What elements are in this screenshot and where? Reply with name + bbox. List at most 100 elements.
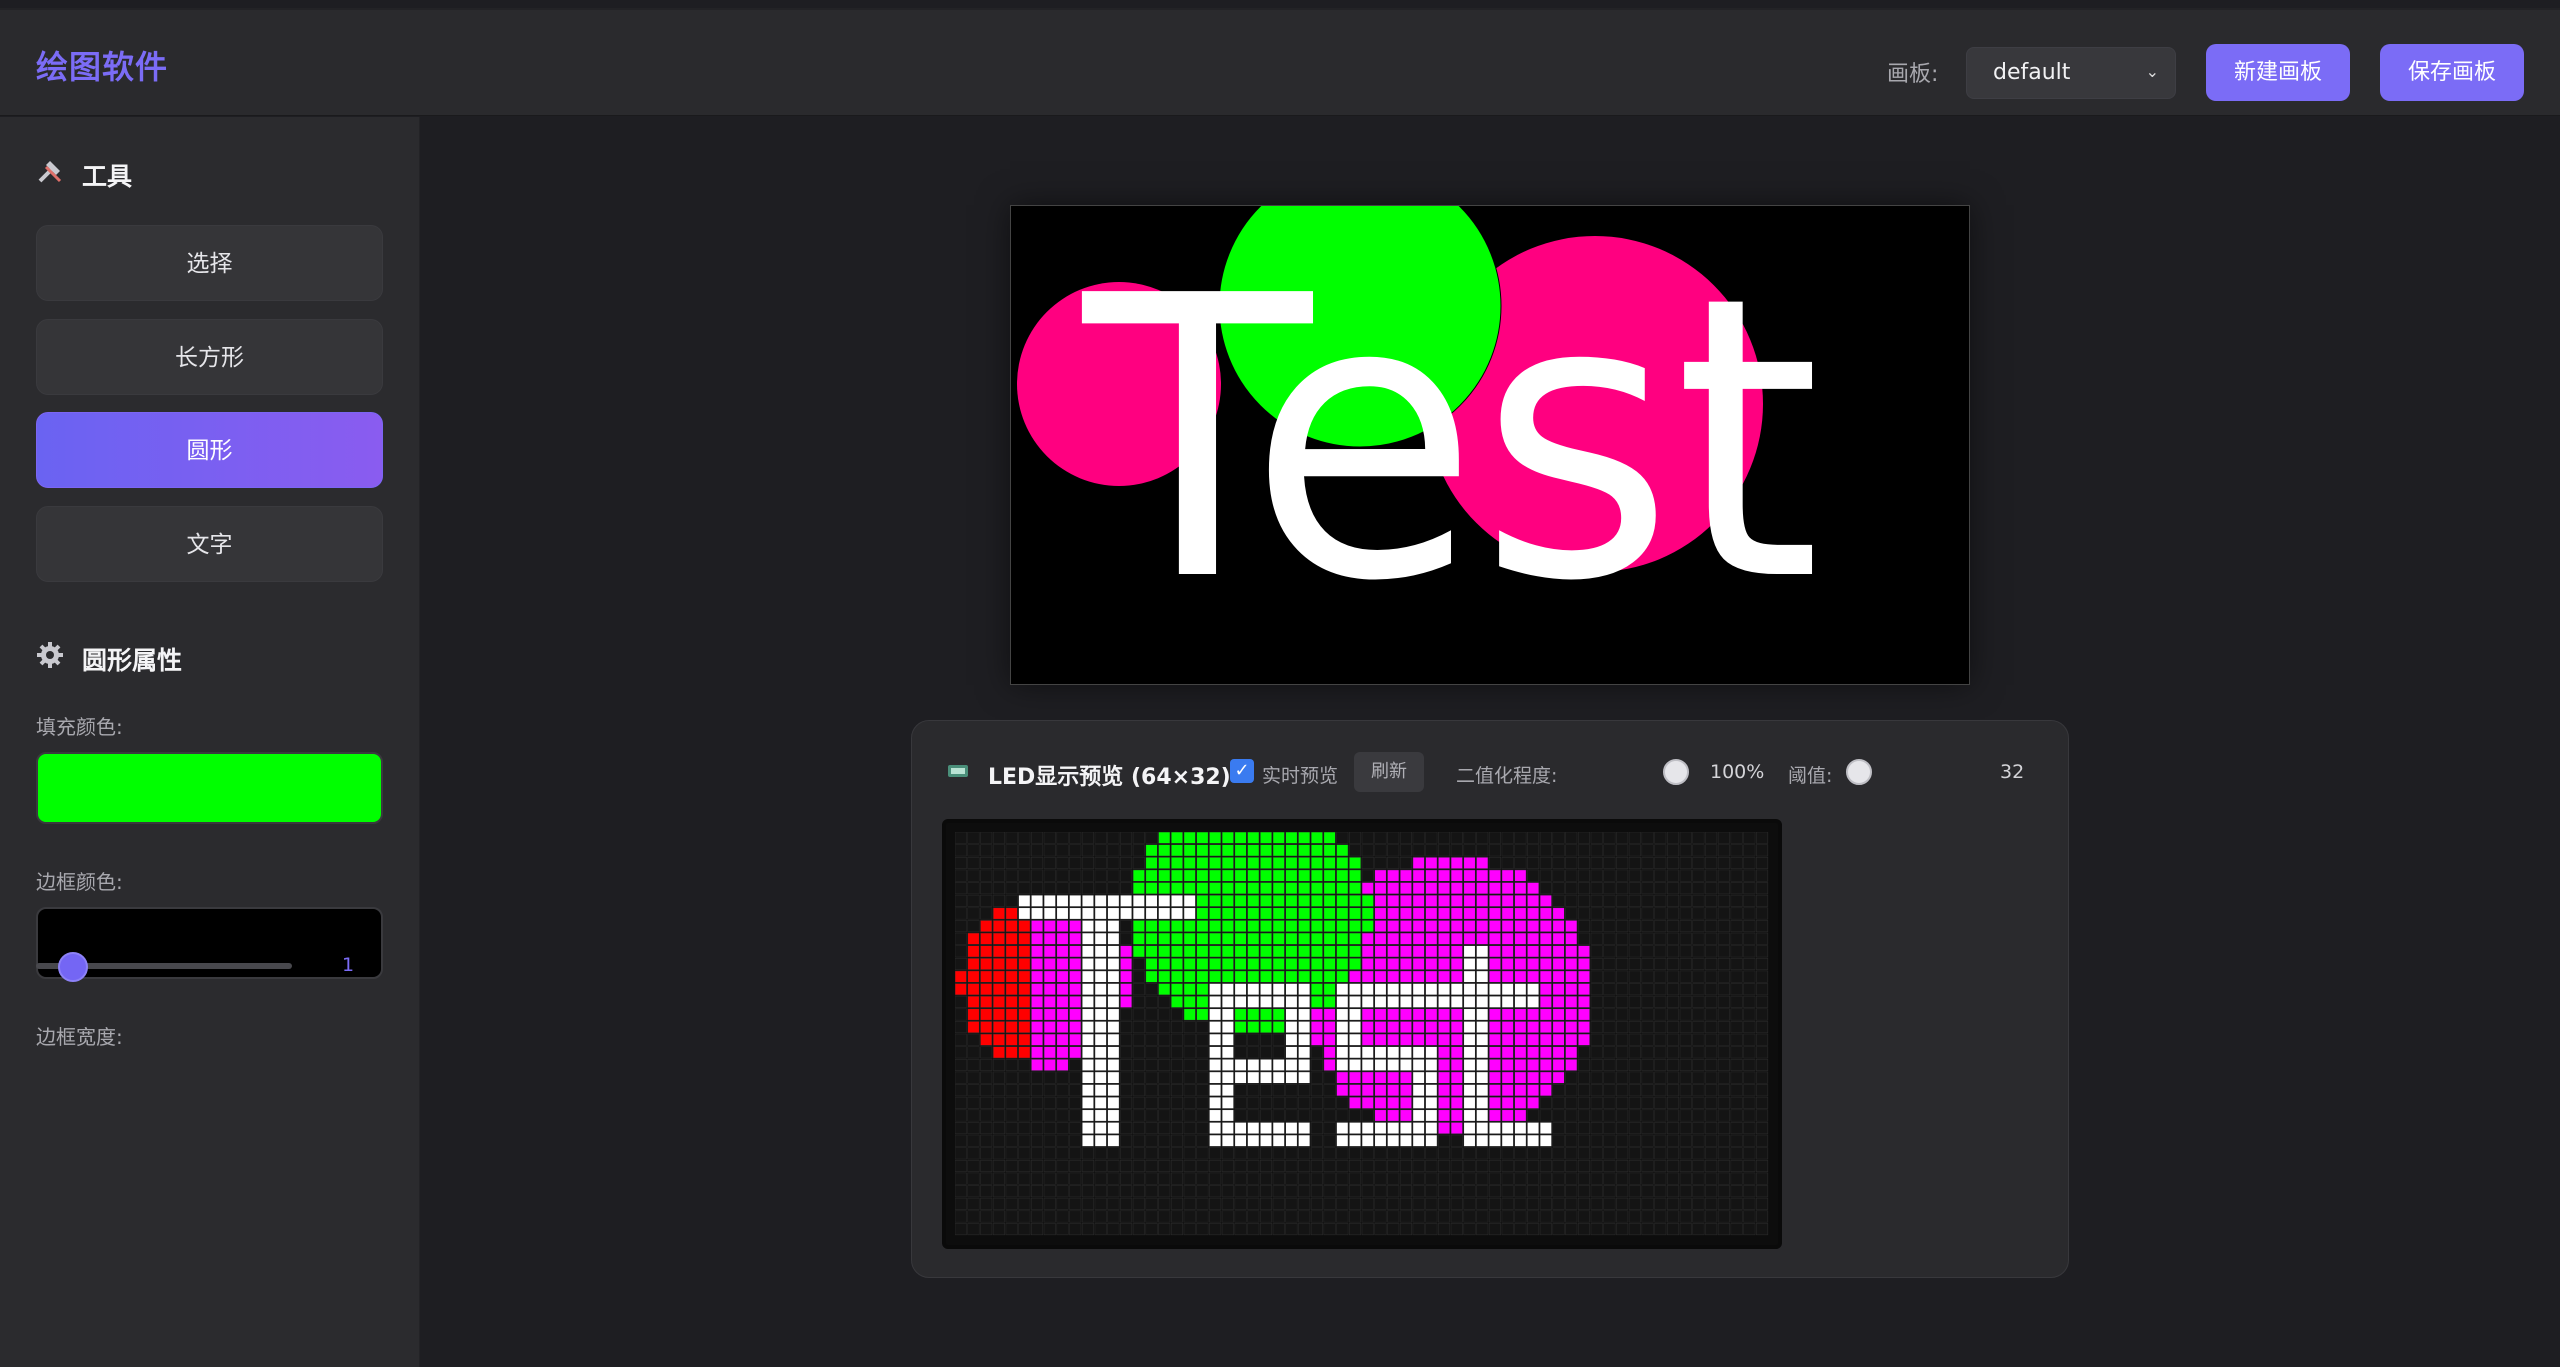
drawing-canvas[interactable]: Test: [1010, 205, 1970, 685]
led-pixel: [1412, 995, 1425, 1008]
led-pixel: [967, 882, 980, 895]
led-preview-panel: LED显示预览 (64×32) ✓ 实时预览 刷新 二值化程度: 100% 阈值…: [911, 720, 2069, 1278]
led-pixel: [1348, 983, 1362, 996]
led-pixel: [1476, 1033, 1489, 1046]
led-pixel: [1654, 1058, 1667, 1071]
led-pixel: [1399, 1210, 1412, 1223]
led-pixel: [1259, 856, 1273, 869]
led-pixel: [1272, 983, 1285, 996]
led-pixel: [1209, 1210, 1222, 1223]
led-pixel: [1412, 907, 1425, 920]
led-pixel: [1603, 1134, 1616, 1147]
led-pixel: [980, 1033, 993, 1046]
led-pixel: [1387, 957, 1400, 970]
led-pixel: [1132, 1134, 1145, 1147]
led-pixel: [1170, 945, 1184, 958]
tool-circle-button[interactable]: 圆形: [36, 412, 383, 488]
led-pixel: [1170, 1172, 1184, 1185]
led-pixel: [1272, 1122, 1285, 1135]
led-pixel: [1514, 1185, 1527, 1198]
led-pixel: [1463, 856, 1476, 869]
led-pixel: [992, 920, 1005, 933]
led-pixel: [980, 1096, 993, 1109]
led-pixel: [1654, 1210, 1667, 1223]
led-pixel: [1641, 1084, 1654, 1097]
led-pixel: [1259, 945, 1273, 958]
led-pixel: [1628, 1096, 1641, 1109]
led-pixel: [1488, 995, 1502, 1008]
tool-select-button[interactable]: 选择: [36, 225, 383, 301]
led-pixel: [1005, 1223, 1018, 1236]
led-pixel: [1132, 1021, 1145, 1034]
led-pixel: [1438, 1084, 1451, 1097]
led-pixel: [1107, 1071, 1120, 1084]
led-pixel: [1005, 995, 1018, 1008]
led-pixel: [1145, 1046, 1158, 1059]
led-pixel: [1336, 1172, 1349, 1185]
led-pixel: [1018, 995, 1031, 1008]
led-pixel: [1234, 844, 1247, 857]
realtime-preview-checkbox[interactable]: ✓: [1230, 759, 1254, 783]
led-pixel: [1628, 1058, 1641, 1071]
refresh-button[interactable]: 刷新: [1354, 752, 1424, 792]
led-pixel: [955, 1134, 967, 1147]
led-pixel: [1132, 1046, 1145, 1059]
led-pixel: [1018, 844, 1031, 857]
led-pixel: [1209, 983, 1222, 996]
led-pixel: [1679, 1008, 1692, 1021]
led-pixel: [1743, 832, 1756, 844]
led-pixel: [1641, 1071, 1654, 1084]
led-pixel: [1743, 1172, 1756, 1185]
led-pixel: [1565, 1122, 1578, 1135]
tool-rectangle-button[interactable]: 长方形: [36, 319, 383, 395]
led-pixel: [1705, 1159, 1718, 1172]
led-pixel: [1730, 869, 1743, 882]
led-pixel: [1031, 920, 1044, 933]
led-pixel: [1031, 1021, 1044, 1034]
led-pixel: [1221, 1197, 1234, 1210]
led-pixel: [1501, 844, 1514, 857]
led-pixel: [1692, 1058, 1705, 1071]
led-pixel: [1056, 1033, 1069, 1046]
led-pixel: [1450, 1058, 1463, 1071]
led-pixel: [1743, 932, 1756, 945]
canvas-text[interactable]: Test: [1077, 214, 1821, 666]
led-pixel: [1705, 844, 1718, 857]
led-pixel: [1501, 832, 1514, 844]
new-board-button[interactable]: 新建画板: [2206, 44, 2350, 101]
led-pixel: [1679, 1058, 1692, 1071]
led-pixel: [1348, 1071, 1362, 1084]
led-pixel: [955, 1197, 967, 1210]
led-pixel: [1069, 1008, 1082, 1021]
led-pixel: [1565, 945, 1578, 958]
led-pixel: [1183, 832, 1196, 844]
led-pixel: [1666, 856, 1680, 869]
binarize-slider-thumb[interactable]: [1663, 759, 1689, 785]
led-pixel: [1259, 1021, 1273, 1034]
save-board-button[interactable]: 保存画板: [2380, 44, 2524, 101]
led-pixel: [1425, 1197, 1438, 1210]
led-pixel: [1234, 1033, 1247, 1046]
led-pixel: [1463, 882, 1476, 895]
led-pixel: [1259, 1071, 1273, 1084]
led-pixel: [1005, 856, 1018, 869]
led-pixel: [1628, 1071, 1641, 1084]
fill-color-picker[interactable]: [36, 752, 383, 824]
led-pixel: [1221, 1071, 1234, 1084]
led-pixel: [1463, 1172, 1476, 1185]
board-select[interactable]: default ⌄: [1966, 47, 2176, 99]
led-pixel: [1120, 882, 1133, 895]
threshold-slider-thumb[interactable]: [1846, 759, 1872, 785]
tool-text-button[interactable]: 文字: [36, 506, 383, 582]
led-pixel: [1399, 1185, 1412, 1198]
led-pixel: [955, 1210, 967, 1223]
led-pixel: [1196, 1122, 1209, 1135]
led-pixel: [1603, 1172, 1616, 1185]
led-pixel: [1717, 1172, 1730, 1185]
led-pixel: [1616, 1008, 1629, 1021]
led-pixel: [992, 1109, 1005, 1122]
led-pixel: [1120, 1109, 1133, 1122]
led-pixel: [1018, 1046, 1031, 1059]
led-pixel: [992, 844, 1005, 857]
border-width-slider-thumb[interactable]: [58, 952, 88, 982]
